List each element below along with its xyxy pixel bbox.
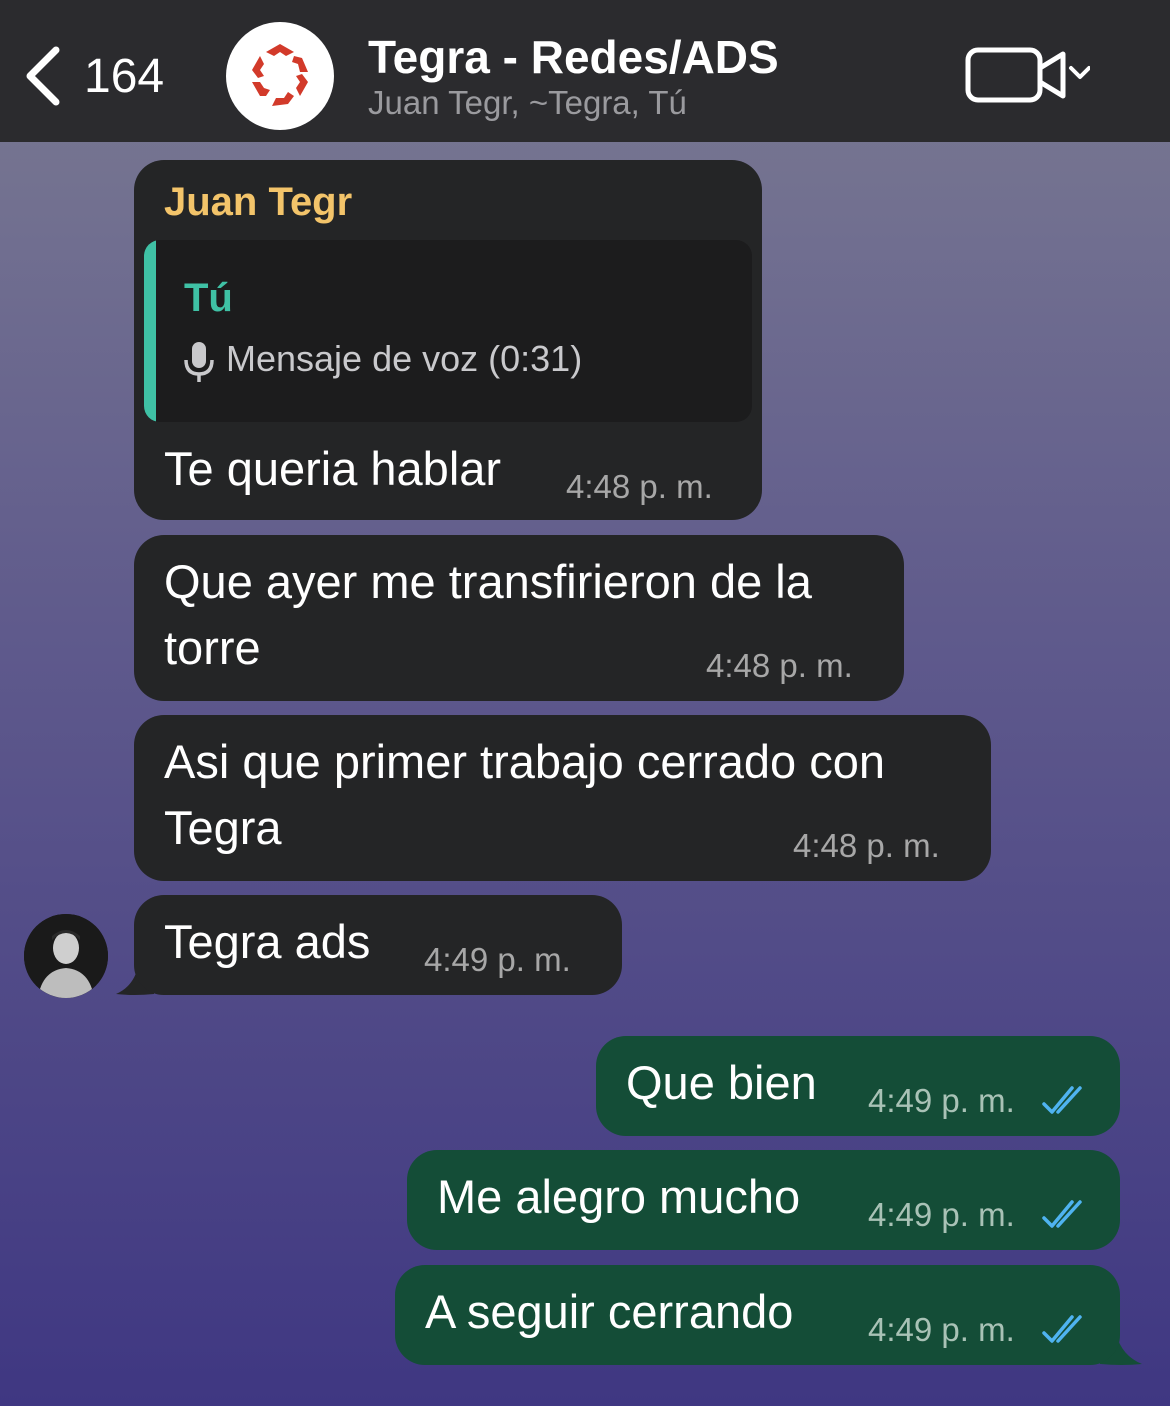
message-text: Te queria hablar: [164, 442, 502, 495]
message-text-line2: Tegra: [164, 801, 282, 854]
message-bubble-incoming[interactable]: Asi que primer trabajo cerrado con Tegra…: [134, 715, 991, 881]
microphone-icon: [184, 342, 214, 382]
quote-text: Mensaje de voz (0:31): [226, 338, 583, 379]
quote-author: Tú: [184, 276, 233, 320]
message-bubble-outgoing[interactable]: A seguir cerrando 4:49 p. m.: [395, 1265, 1120, 1365]
read-receipt-icon: [1042, 1200, 1082, 1228]
group-avatar[interactable]: [226, 22, 334, 130]
message-bubble-incoming[interactable]: Tegra ads 4:49 p. m.: [134, 895, 622, 995]
back-button[interactable]: 164: [22, 44, 164, 108]
message-text: Tegra ads: [164, 915, 371, 968]
sender-name[interactable]: Juan Tegr: [164, 180, 352, 225]
read-receipt-icon: [1042, 1086, 1082, 1114]
message-bubble-outgoing[interactable]: Me alegro mucho 4:49 p. m.: [407, 1150, 1120, 1250]
message-time: 4:49 p. m.: [868, 1082, 1015, 1119]
chevron-left-icon: [26, 46, 60, 106]
message-bubble-outgoing[interactable]: Que bien 4:49 p. m.: [596, 1036, 1120, 1136]
video-camera-icon: [965, 47, 1091, 103]
person-photo-icon: [24, 914, 108, 998]
message-time: 4:48 p. m.: [566, 468, 713, 505]
message-text-line2: torre: [164, 621, 261, 674]
chat-title[interactable]: Tegra - Redes/ADS: [368, 30, 779, 84]
tegra-logo-icon: [252, 44, 308, 106]
chat-participants[interactable]: Juan Tegr, ~Tegra, Tú: [368, 84, 687, 122]
message-time: 4:48 p. m.: [706, 647, 853, 684]
message-bubble-incoming[interactable]: Que ayer me transfirieron de la torre 4:…: [134, 535, 904, 701]
message-time: 4:49 p. m.: [424, 941, 571, 978]
video-call-button[interactable]: [965, 44, 1091, 106]
message-bubble-incoming[interactable]: Juan Tegr Tú Mensaje de voz (0:31) Te qu…: [134, 160, 762, 520]
quoted-message[interactable]: Tú Mensaje de voz (0:31): [144, 240, 752, 422]
message-text-line1: Que ayer me transfirieron de la: [164, 555, 812, 608]
message-text: A seguir cerrando: [425, 1285, 794, 1338]
message-text: Que bien: [626, 1056, 817, 1109]
message-text: Me alegro mucho: [437, 1170, 801, 1223]
avatar[interactable]: [24, 914, 108, 998]
unread-count: 164: [84, 49, 165, 103]
message-time: 4:48 p. m.: [793, 827, 940, 864]
message-time: 4:49 p. m.: [868, 1196, 1015, 1233]
quote-accent-bar: [144, 240, 156, 422]
message-text-line1: Asi que primer trabajo cerrado con: [164, 735, 886, 788]
message-time: 4:49 p. m.: [868, 1311, 1015, 1348]
chat-header: 164 Tegra - Redes/ADS Juan Tegr, ~Tegra,…: [0, 0, 1170, 142]
read-receipt-icon: [1042, 1315, 1082, 1343]
